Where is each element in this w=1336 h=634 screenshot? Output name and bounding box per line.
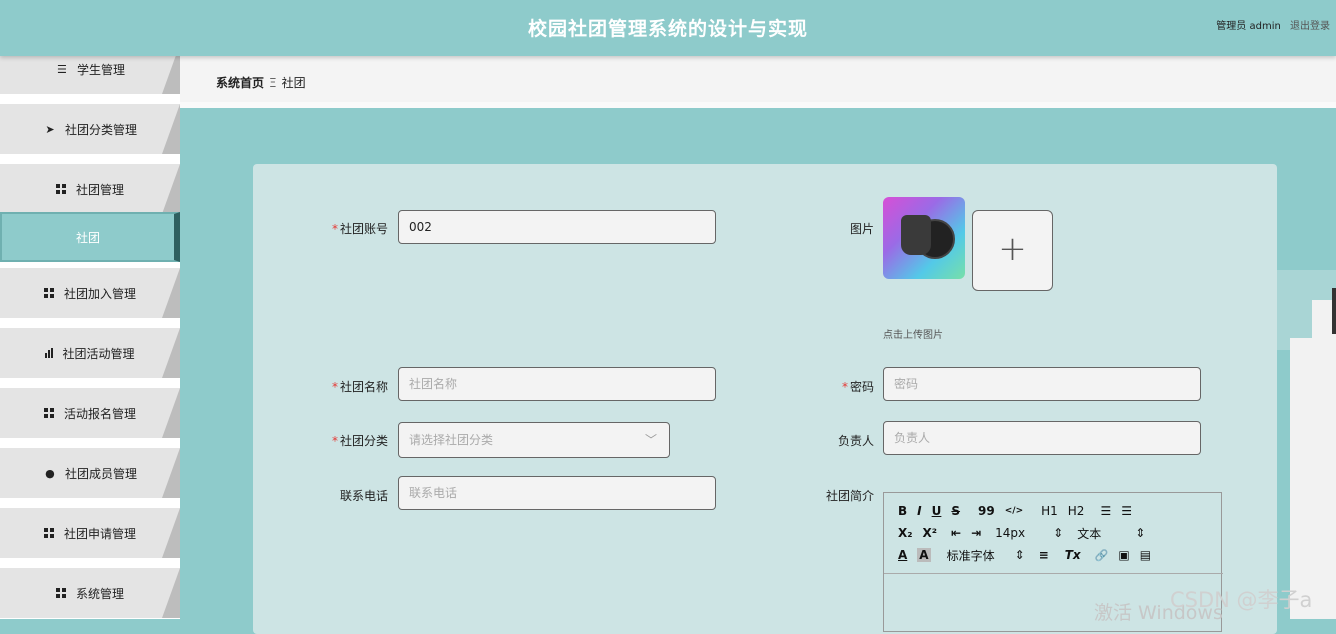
image-label: 图片 [849,222,874,236]
uploaded-image-thumbnail[interactable] [883,197,965,279]
sidebar-item-label: 活动报名管理 [63,406,136,421]
pin-icon: ● [45,466,55,480]
password-label: * 密码 [841,380,874,394]
breadcrumb: 系统首页 Ξ 社团 [216,74,306,91]
sidebar-item-club-member[interactable]: ● 社团成员管理 [0,448,180,498]
toolbar-row-3: A A 标准字体 ⇕ ≡ Tx 🔗 ▣ ▤ [898,546,1161,564]
name-label: * 社团名称 [331,380,388,394]
sidebar-item-club-apply[interactable]: 社团申请管理 [0,508,180,558]
clear-format-button[interactable]: Tx [1065,548,1081,562]
subscript-button[interactable]: X₂ [898,526,913,540]
font-family-select[interactable]: 标准字体 [947,547,995,564]
align-button[interactable]: ≡ [1039,548,1049,562]
user-area: 管理员 admin 退出登录 [1210,17,1330,32]
sidebar-item-club-manage[interactable]: 社团管理 [0,164,180,214]
sidebar-item-system[interactable]: 系统管理 [0,568,180,618]
grid-icon [55,184,66,194]
header-chevron-icon: ⇕ [1135,526,1146,540]
breadcrumb-home[interactable]: 系统首页 [216,76,264,90]
ordered-list-button[interactable]: ☰ [1100,504,1111,518]
sidebar-item-activity-signup[interactable]: 活动报名管理 [0,388,180,438]
sliders-icon: ☰ [57,62,67,76]
sidebar-item-label: 社团管理 [75,182,124,197]
leader-input[interactable] [883,421,1201,455]
sidebar-item-label: 社团 [75,230,100,245]
blockquote-button[interactable]: 99 [978,504,995,518]
outdent-button[interactable]: ⇤ [951,526,961,540]
toolbar-row-2: X₂ X² ⇤ ⇥ 14px ⇕ 文本 ⇕ [898,524,1155,542]
grid-icon [43,288,54,298]
italic-button[interactable]: I [917,504,921,518]
character-image [901,215,931,255]
csdn-watermark: CSDN @李子a [1170,588,1313,612]
font-color-button[interactable]: A [898,548,907,562]
category-select[interactable]: 请选择社团分类 ﹀ [398,422,670,458]
grid-icon [55,588,66,598]
link-button[interactable]: 🔗 [1095,549,1109,562]
sidebar-item-label: 社团申请管理 [63,526,136,541]
code-button[interactable]: </> [1005,506,1023,516]
account-input[interactable] [398,210,716,244]
app-title: 校园社团管理系统的设计与实现 [527,18,808,40]
sidebar-item-club-category[interactable]: ➤ 社团分类管理 [0,104,180,154]
font-family-chevron-icon: ⇕ [1014,548,1025,562]
sidebar-item-label: 学生管理 [76,62,125,77]
top-bar: 校园社团管理系统的设计与实现 管理员 admin 退出登录 [0,0,1336,56]
sidebar-item-club-activity[interactable]: 社团活动管理 [0,328,180,378]
club-name-input[interactable] [398,367,716,401]
sidebar-item-label: 社团分类管理 [64,122,137,137]
upload-hint: 点击上传图片 [883,330,943,341]
category-label: * 社团分类 [331,434,388,448]
scrollbar-handle[interactable] [1332,288,1336,334]
toolbar-row-1: B I U S 99 </> H1 H2 ☰ ☰ [898,502,1142,520]
intro-label: 社团简介 [825,489,874,503]
underline-button[interactable]: U [932,504,942,518]
upload-add-button[interactable]: + [972,210,1053,291]
chevron-down-icon: ﹀ [644,433,657,447]
editor-toolbar: B I U S 99 </> H1 H2 ☰ ☰ X₂ X² ⇤ ⇥ 14px … [884,493,1223,574]
video-button[interactable]: ▤ [1140,548,1151,562]
user-label: 管理员 admin [1216,21,1281,32]
header-select[interactable]: 文本 [1077,525,1101,542]
sidebar-item-label: 系统管理 [75,586,124,601]
sidebar-item-club-join[interactable]: 社团加入管理 [0,268,180,318]
breadcrumb-bar: 系统首页 Ξ 社团 [180,56,1336,108]
indent-button[interactable]: ⇥ [971,526,981,540]
grid-icon [43,528,54,538]
phone-label: 联系电话 [339,489,388,503]
image-button[interactable]: ▣ [1118,548,1129,562]
leader-label: 负责人 [837,434,874,448]
strike-button[interactable]: S [951,504,960,518]
category-placeholder: 请选择社团分类 [409,433,494,447]
sidebar-item-label: 社团加入管理 [63,286,136,301]
bold-button[interactable]: B [898,504,907,518]
phone-input[interactable] [398,476,716,510]
background-decoration [1312,300,1336,619]
background-color-button[interactable]: A [917,548,931,562]
grid-icon [43,408,54,418]
bar-chart-icon [45,348,54,358]
password-input[interactable] [883,367,1201,401]
sidebar-item-label: 社团成员管理 [64,466,137,481]
sidebar: ☰ 学生管理 ➤ 社团分类管理 社团管理 社团 社团加入管理 社团活动管理 活动… [0,44,180,619]
h1-button[interactable]: H1 [1041,504,1058,518]
account-label: * 社团账号 [331,222,388,236]
send-icon: ➤ [45,122,55,136]
h2-button[interactable]: H2 [1068,504,1085,518]
bullet-list-button[interactable]: ☰ [1121,504,1132,518]
font-size-select[interactable]: 14px [995,526,1025,540]
superscript-button[interactable]: X² [923,526,938,540]
logout-link[interactable]: 退出登录 [1290,21,1330,32]
sidebar-item-label: 社团活动管理 [62,346,135,361]
font-size-chevron-icon: ⇕ [1053,526,1064,540]
breadcrumb-current: 社团 [281,76,306,90]
sidebar-item-club[interactable]: 社团 [0,212,180,262]
breadcrumb-separator: Ξ [269,76,277,90]
